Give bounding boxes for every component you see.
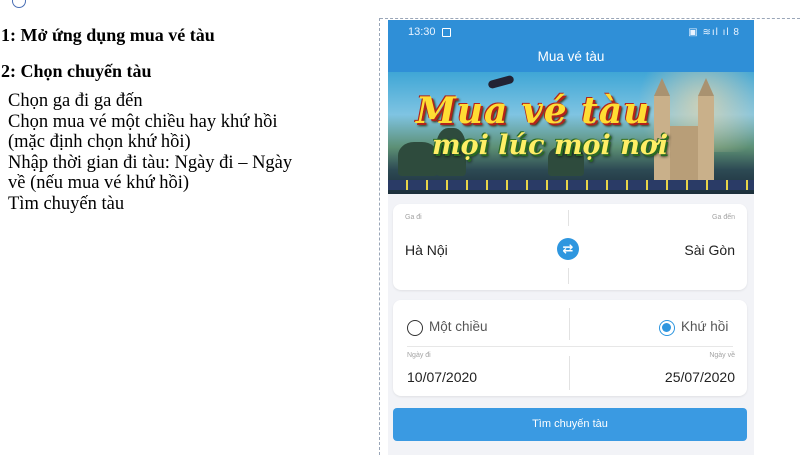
trip-card: Một chiều Khứ hồi Ngày đi Ngày về 10/07/… [393, 300, 747, 396]
banner-title: Mua vé tàu [416, 90, 651, 132]
detail-line: Chọn mua vé một chiều hay khứ hồi [8, 111, 278, 132]
route-card: Ga đi Ga đến Hà Nội Sài Gòn ⇄ [393, 204, 747, 290]
step-2-details: Chọn ga đi ga đến Chọn mua vé một chiều … [0, 91, 372, 215]
detail-line: Tìm chuyến tàu [8, 193, 125, 214]
status-time: 13:30 [408, 26, 436, 38]
detail-line: Chọn ga đi ga đến [8, 91, 143, 111]
detail-line: về (nếu mua vé khứ hồi) [8, 173, 190, 194]
from-station-label: Ga đi [405, 214, 422, 221]
to-station-field[interactable]: Sài Gòn [684, 242, 735, 258]
notification-icon [441, 27, 451, 37]
banner-subtitle: mọi lúc mọi nơi [432, 130, 669, 161]
search-trains-button[interactable]: Tìm chuyến tàu [393, 408, 747, 441]
diver-icon [487, 74, 515, 90]
round-trip-radio[interactable] [659, 320, 675, 336]
return-date-field[interactable]: 25/07/2020 [665, 369, 735, 385]
phone-screenshot: 13:30 ▣ ≋ıl ıl 8 Mua vé tàu Mua vé tàu m… [388, 20, 754, 455]
detail-line: (mặc định chọn khứ hồi) [8, 132, 191, 153]
one-way-radio[interactable] [407, 320, 423, 336]
return-date-label: Ngày về [709, 352, 735, 359]
signal-battery-icon: ▣ ≋ıl ıl 8 [688, 26, 740, 38]
depart-date-label: Ngày đi [407, 352, 431, 359]
round-trip-label[interactable]: Khứ hồi [681, 319, 728, 334]
app-title: Mua vé tàu [388, 44, 754, 72]
page-border-top [380, 18, 800, 19]
instructions-text: 1: Mở ứng dụng mua vé tàu 2: Chọn chuyến… [0, 25, 372, 215]
train-icon [388, 180, 754, 190]
status-bar: 13:30 ▣ ≋ıl ıl 8 [388, 20, 754, 44]
swap-arrows-icon[interactable]: ⇄ [557, 238, 579, 260]
one-way-label[interactable]: Một chiều [429, 319, 488, 334]
detail-line: Nhập thời gian đi tàu: Ngày đi – Ngày [8, 152, 293, 173]
corner-mark-icon [12, 0, 26, 8]
step-1-heading: 1: Mở ứng dụng mua vé tàu [1, 25, 215, 45]
to-station-label: Ga đến [712, 214, 735, 221]
depart-date-field[interactable]: 10/07/2020 [407, 369, 477, 385]
promo-banner[interactable]: Mua vé tàu mọi lúc mọi nơi [388, 72, 754, 194]
page-border-left [379, 18, 380, 455]
step-2-heading: 2: Chọn chuyến tàu [1, 61, 152, 81]
from-station-field[interactable]: Hà Nội [405, 242, 448, 258]
